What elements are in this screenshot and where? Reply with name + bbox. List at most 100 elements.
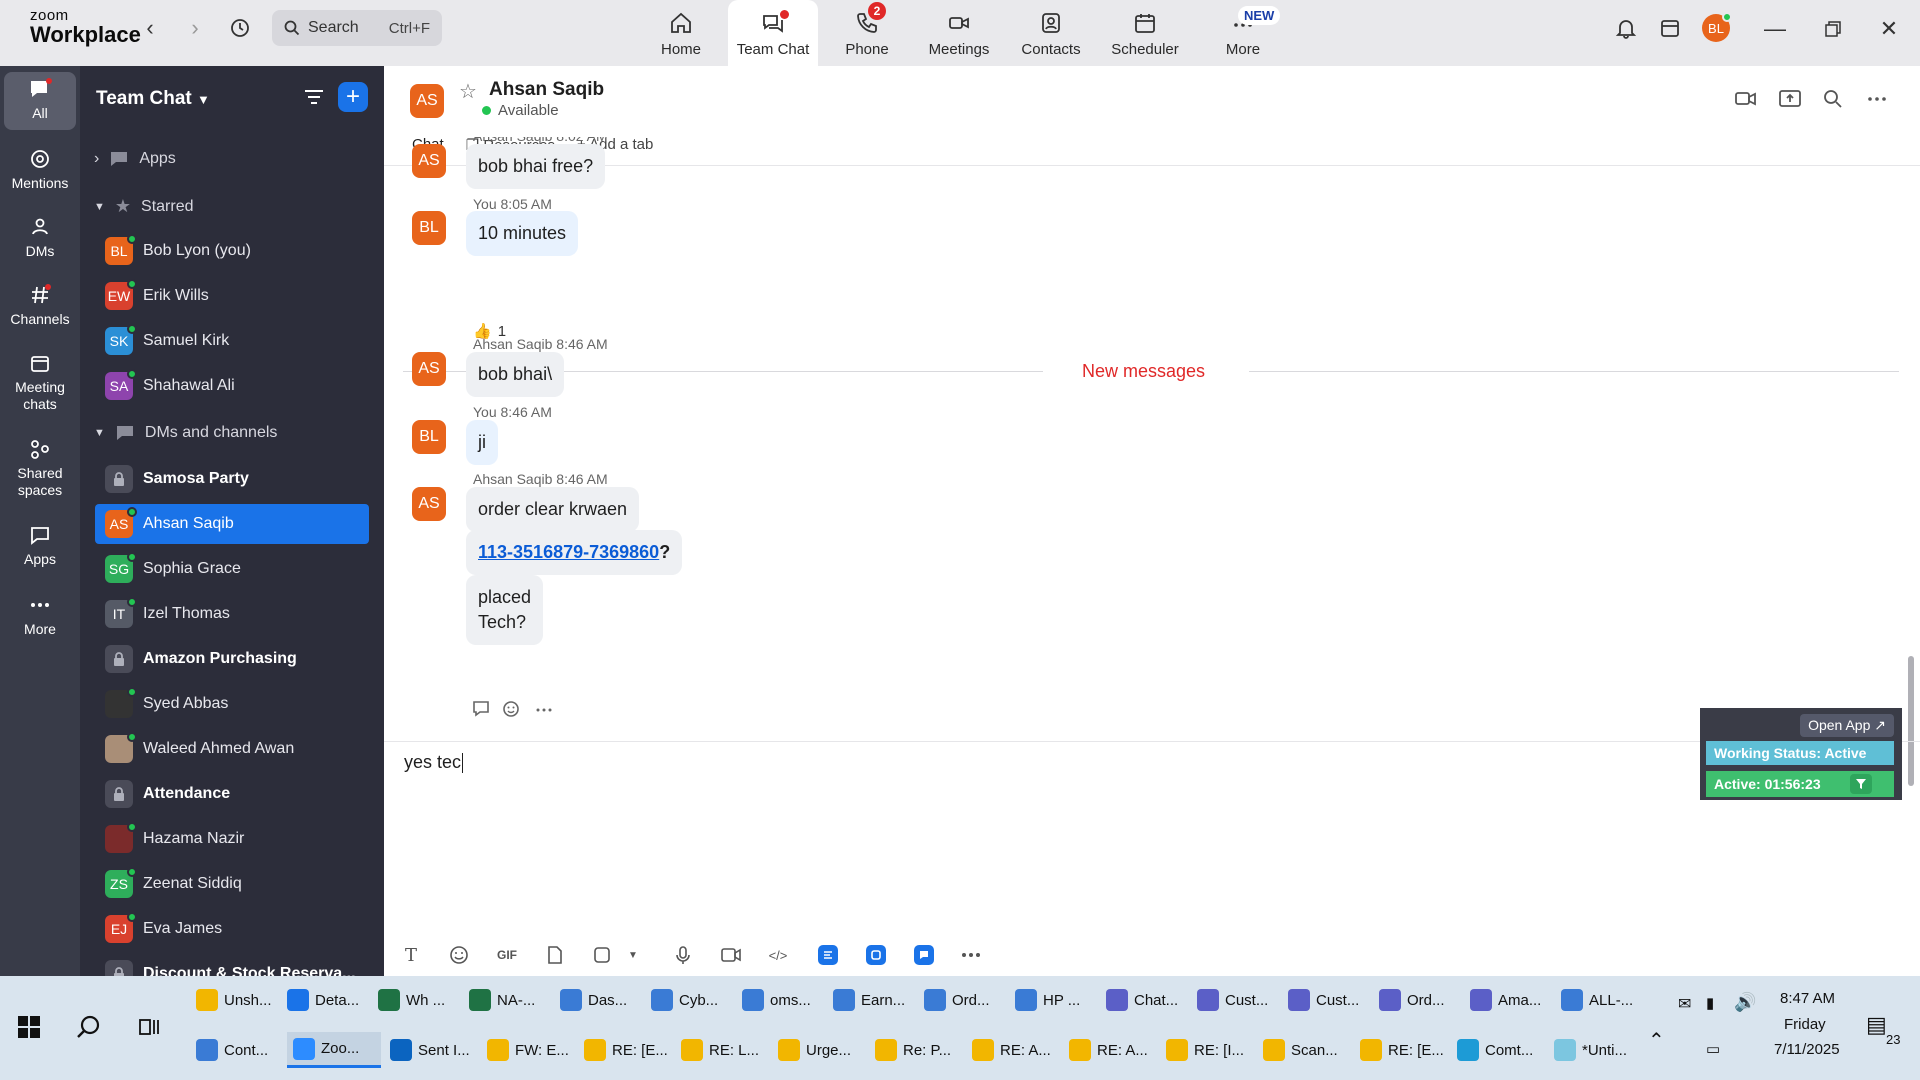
- search-icon[interactable]: [1822, 88, 1844, 110]
- desktop-icon[interactable]: ▭: [1706, 1040, 1720, 1058]
- reply-icon[interactable]: [472, 700, 492, 718]
- taskbar-window[interactable]: Comt...: [1451, 1032, 1545, 1068]
- rail-channels[interactable]: Channels: [4, 284, 76, 328]
- battery-icon[interactable]: ▮: [1706, 994, 1714, 1012]
- rail-all[interactable]: All: [4, 72, 76, 130]
- mail-tray-icon[interactable]: ✉: [1678, 994, 1691, 1014]
- dm-item[interactable]: Syed Abbas: [95, 684, 369, 724]
- message-input[interactable]: yes tec: [404, 752, 464, 774]
- close-button[interactable]: ✕: [1874, 14, 1904, 44]
- channel-item[interactable]: Attendance: [95, 774, 369, 814]
- message-avatar[interactable]: BL: [412, 211, 446, 245]
- taskbar-window[interactable]: Wh ...: [372, 982, 460, 1018]
- order-link[interactable]: 113-3516879-7369860: [478, 542, 659, 562]
- taskbar-window[interactable]: Zoo...: [287, 1032, 381, 1068]
- chevron-up-icon[interactable]: ⌃: [1648, 1028, 1665, 1053]
- filter-funnel-icon[interactable]: [1850, 774, 1872, 794]
- more-tools-icon[interactable]: [958, 942, 984, 968]
- taskbar-window[interactable]: Urge...: [772, 1032, 866, 1068]
- taskbar-window[interactable]: Ama...: [1464, 982, 1552, 1018]
- message-avatar[interactable]: AS: [412, 144, 446, 178]
- bell-icon[interactable]: [1612, 14, 1640, 42]
- taskbar-window[interactable]: RE: A...: [966, 1032, 1060, 1068]
- filter-icon[interactable]: [302, 86, 326, 108]
- clock-time[interactable]: 8:47 AM: [1780, 990, 1835, 1007]
- emoji-icon[interactable]: [446, 942, 472, 968]
- windows-start-icon[interactable]: [18, 1016, 40, 1043]
- rail-apps[interactable]: Apps: [4, 524, 76, 568]
- app-integration-icon[interactable]: [818, 945, 838, 965]
- taskbar-window[interactable]: Sent I...: [384, 1032, 478, 1068]
- taskbar-window[interactable]: Earn...: [827, 982, 915, 1018]
- search-input[interactable]: Search Ctrl+F: [272, 10, 442, 46]
- channel-item[interactable]: Samosa Party: [95, 459, 369, 499]
- dm-item[interactable]: AS Ahsan Saqib: [95, 504, 369, 544]
- taskbar-window[interactable]: NA-...: [463, 982, 551, 1018]
- taskbar-window[interactable]: RE: [E...: [578, 1032, 672, 1068]
- microphone-icon[interactable]: [670, 942, 696, 968]
- taskbar-window[interactable]: ALL-...: [1555, 982, 1643, 1018]
- dm-item[interactable]: IT Izel Thomas: [95, 594, 369, 634]
- chat-list-title[interactable]: Team Chat ▼: [96, 88, 210, 110]
- nav-phone[interactable]: Phone 2: [822, 0, 912, 66]
- taskbar-window[interactable]: Das...: [554, 982, 642, 1018]
- nav-home[interactable]: Home: [636, 0, 726, 66]
- contact-avatar[interactable]: AS: [410, 84, 444, 118]
- dm-item[interactable]: ZS Zeenat Siddiq: [95, 864, 369, 904]
- taskbar-window[interactable]: RE: [E...: [1354, 1032, 1448, 1068]
- message-bubble[interactable]: order clear krwaen: [466, 487, 640, 533]
- chevron-down-icon[interactable]: ▼: [620, 942, 646, 968]
- code-snippet-icon[interactable]: </>: [765, 942, 791, 968]
- star-outline-icon[interactable]: ☆: [459, 79, 477, 104]
- taskbar-window[interactable]: Cust...: [1191, 982, 1279, 1018]
- nav-contacts[interactable]: Contacts: [1006, 0, 1096, 66]
- video-clip-icon[interactable]: [718, 942, 744, 968]
- active-timer-bar[interactable]: Active: 01:56:23: [1706, 771, 1894, 797]
- starred-item[interactable]: SK Samuel Kirk: [95, 321, 369, 361]
- taskbar-window[interactable]: HP ...: [1009, 982, 1097, 1018]
- rail-shared-spaces[interactable]: Shared spaces: [4, 438, 76, 499]
- contact-name[interactable]: Ahsan Saqib: [489, 79, 604, 101]
- add-reaction-icon[interactable]: [502, 700, 522, 718]
- rail-more[interactable]: More: [4, 594, 76, 638]
- format-text-icon[interactable]: T: [398, 942, 424, 968]
- nav-scheduler[interactable]: Scheduler: [1100, 0, 1190, 66]
- working-status-bar[interactable]: Working Status: Active: [1706, 741, 1894, 765]
- taskbar-search-icon[interactable]: [76, 1014, 102, 1045]
- rail-meeting-chats[interactable]: Meeting chats: [4, 352, 76, 413]
- calendar-top-icon[interactable]: [1656, 14, 1684, 42]
- history-icon[interactable]: [226, 14, 254, 42]
- section-apps[interactable]: › Apps: [94, 150, 176, 168]
- gif-icon[interactable]: GIF: [494, 942, 520, 968]
- taskbar-window[interactable]: Deta...: [281, 982, 369, 1018]
- more-options-icon[interactable]: [1866, 88, 1888, 110]
- app-integration-icon[interactable]: [914, 945, 934, 965]
- message-more-icon[interactable]: [534, 700, 554, 718]
- app-integration-icon[interactable]: [866, 945, 886, 965]
- nav-meetings[interactable]: Meetings: [914, 0, 1004, 66]
- taskbar-window[interactable]: Scan...: [1257, 1032, 1351, 1068]
- restore-button[interactable]: [1818, 14, 1848, 44]
- forward-arrow-icon[interactable]: ›: [181, 14, 209, 42]
- volume-icon[interactable]: 🔊: [1734, 992, 1756, 1013]
- starred-item[interactable]: BL Bob Lyon (you): [95, 231, 369, 271]
- dm-item[interactable]: SG Sophia Grace: [95, 549, 369, 589]
- taskbar-window[interactable]: Cust...: [1282, 982, 1370, 1018]
- taskbar-window[interactable]: Unsh...: [190, 982, 278, 1018]
- channel-item[interactable]: Discount & Stock Reserva...: [95, 954, 369, 976]
- channel-item[interactable]: Amazon Purchasing: [95, 639, 369, 679]
- rail-dms[interactable]: DMs: [4, 216, 76, 260]
- nav-team-chat[interactable]: Team Chat: [728, 0, 818, 66]
- minimize-button[interactable]: —: [1760, 14, 1790, 44]
- screenshot-icon[interactable]: [589, 942, 615, 968]
- taskbar-window[interactable]: Re: P...: [869, 1032, 963, 1068]
- message-avatar[interactable]: BL: [412, 420, 446, 454]
- open-app-button[interactable]: Open App ↗: [1800, 714, 1894, 737]
- starred-item[interactable]: SA Shahawal Ali: [95, 366, 369, 406]
- message-bubble[interactable]: bob bhai\: [466, 352, 565, 398]
- message-bubble[interactable]: 10 minutes: [466, 211, 579, 257]
- clock-date[interactable]: 7/11/2025: [1774, 1041, 1840, 1058]
- taskbar-window[interactable]: Ord...: [918, 982, 1006, 1018]
- starred-item[interactable]: EW Erik Wills: [95, 276, 369, 316]
- message-bubble[interactable]: bob bhai free?: [466, 144, 606, 190]
